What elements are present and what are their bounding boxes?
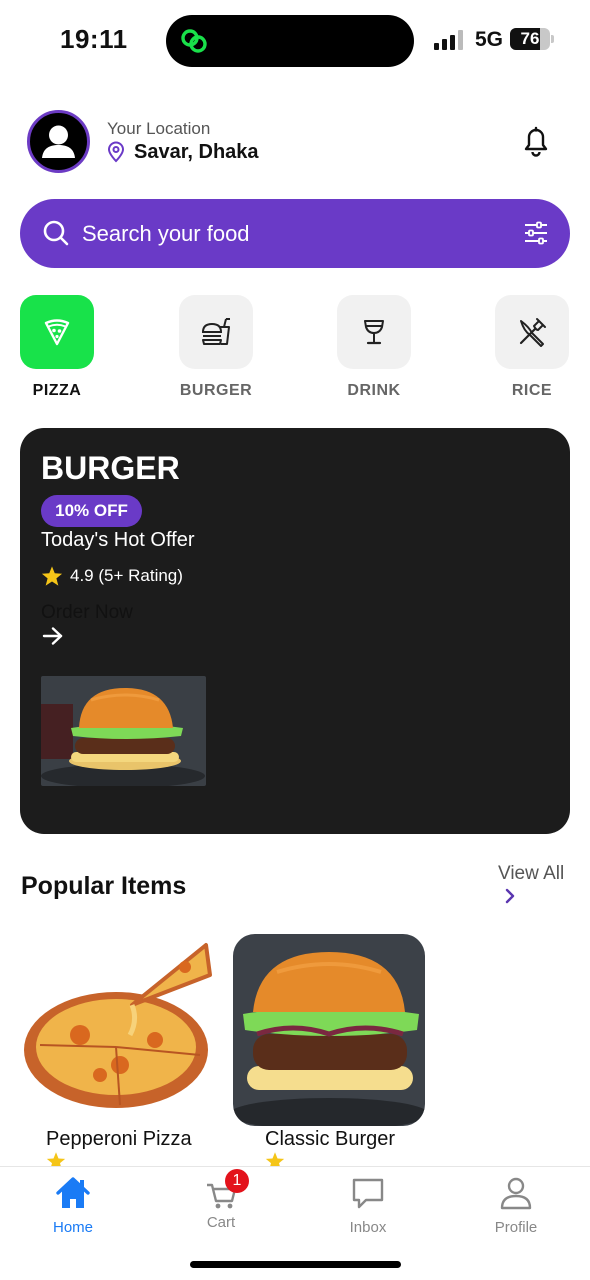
category-burger-tile[interactable] — [179, 295, 253, 369]
user-avatar-icon — [42, 125, 75, 158]
cart-count-badge: 1 — [225, 1169, 249, 1193]
home-icon — [56, 1177, 90, 1208]
promo-title: BURGER — [41, 450, 180, 486]
promo-burger-image — [41, 676, 206, 786]
tab-label: Profile — [494, 1219, 538, 1236]
person-icon — [500, 1177, 532, 1210]
cellular-signal-icon — [434, 30, 463, 50]
category-label: DRINK — [347, 382, 401, 399]
search-bar[interactable] — [20, 199, 570, 268]
search-input[interactable] — [82, 199, 502, 268]
category-label: PIZZA — [32, 382, 82, 399]
rating-text: 4.9 (5+ Rating) — [70, 566, 183, 585]
location-value[interactable]: Savar, Dhaka — [134, 141, 259, 164]
promo-subtitle: Today's Hot Offer — [41, 529, 195, 551]
search-icon — [43, 220, 69, 246]
chevron-right-icon[interactable] — [503, 887, 517, 905]
map-pin-icon — [107, 141, 125, 163]
arrow-right-icon[interactable] — [42, 626, 64, 646]
status-bar: 19:11 5G 76 — [0, 0, 590, 80]
network-type: 5G — [475, 28, 504, 51]
tab-profile[interactable]: Profile — [466, 1175, 566, 1236]
chat-bubble-icon — [352, 1178, 384, 1209]
item-name: Classic Burger — [265, 1128, 396, 1150]
tab-inbox[interactable]: Inbox — [318, 1175, 418, 1236]
home-indicator — [190, 1261, 401, 1268]
fork-knife-icon — [519, 318, 546, 347]
popular-item-card[interactable]: Classic Burger — [233, 934, 425, 1170]
section-title: Popular Items — [21, 872, 187, 900]
status-time: 19:11 — [60, 24, 128, 54]
category-drink-tile[interactable] — [337, 295, 411, 369]
promo-rating: 4.9 (5+ Rating) — [41, 565, 183, 587]
tab-home[interactable]: Home — [23, 1175, 123, 1236]
location-label: Your Location — [107, 119, 211, 138]
tab-label: Inbox — [349, 1219, 387, 1236]
burger-drink-icon — [201, 318, 230, 345]
battery-icon: 76 — [510, 28, 554, 50]
bell-icon[interactable] — [520, 124, 552, 158]
popular-item-card[interactable]: Pepperoni Pizza — [20, 935, 212, 1170]
avatar[interactable] — [27, 110, 90, 173]
burger-image — [233, 934, 425, 1126]
item-name: Pepperoni Pizza — [46, 1128, 192, 1150]
category-rice-tile[interactable] — [495, 295, 569, 369]
category-pizza-tile[interactable] — [20, 295, 94, 369]
discount-badge: 10% OFF — [41, 495, 142, 527]
dynamic-island — [166, 15, 414, 67]
tab-label: Home — [52, 1219, 93, 1236]
category-label: RICE — [511, 382, 553, 399]
category-pizza[interactable]: PIZZA — [9, 295, 105, 400]
category-rice[interactable]: RICE — [484, 295, 580, 400]
filter-sliders-icon[interactable] — [523, 220, 549, 246]
tab-label: Cart — [206, 1214, 236, 1231]
category-burger[interactable]: BURGER — [168, 295, 264, 400]
cart-icon-wrap: 1 — [201, 1169, 249, 1211]
battery-percent: 76 — [520, 29, 540, 48]
promo-card[interactable]: BURGER 10% OFF Today's Hot Offer 4.9 (5+… — [20, 428, 570, 834]
wine-glass-icon — [364, 320, 384, 345]
view-all-link[interactable]: View All — [498, 863, 564, 885]
star-icon — [41, 566, 63, 586]
pizza-slice-icon — [44, 319, 70, 346]
category-label: BURGER — [179, 382, 253, 399]
pizza-image — [24, 943, 212, 1108]
link-activity-icon — [181, 29, 207, 53]
order-now-link[interactable]: Order Now — [41, 602, 133, 624]
tab-cart[interactable]: 1 Cart — [171, 1169, 271, 1231]
category-drink[interactable]: DRINK — [326, 295, 422, 400]
